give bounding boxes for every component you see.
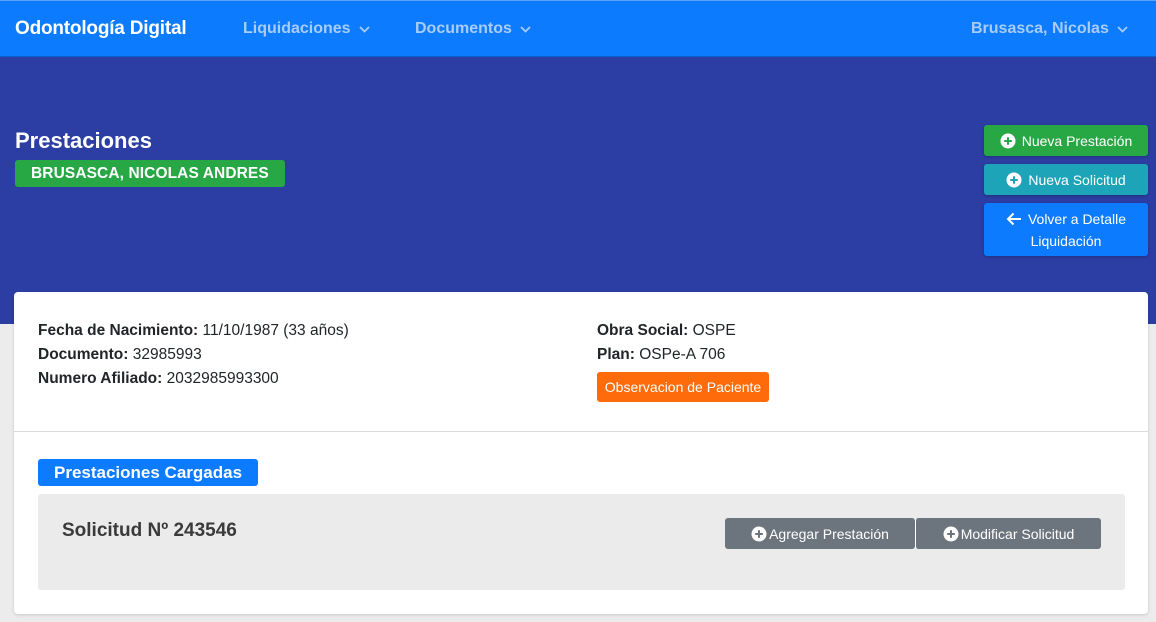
documento-row: Documento: 32985993 [38,346,202,364]
volver-label-line1: Volver a Detalle [1027,210,1127,227]
menu-liquidaciones[interactable]: Liquidaciones [243,20,370,38]
obra-social-row: Obra Social: OSPE [597,322,736,340]
user-menu-label: Brusasca, Nicolas [971,20,1109,37]
solicitud-panel: Solicitud Nº 243546 Agregar Prestación M… [38,494,1125,590]
menu-documentos-label: Documentos [415,20,512,37]
modificar-solicitud-label: Modificar Solicitud [960,525,1075,542]
observacion-paciente-button[interactable]: Observacion de Paciente [597,372,769,402]
obra-social-value: OSPE [692,322,736,339]
fecha-nacimiento-row: Fecha de Nacimiento: 11/10/1987 (33 años… [38,322,349,340]
modificar-solicitud-button[interactable]: Modificar Solicitud [915,518,1101,549]
documento-label: Documento: [38,346,129,363]
nueva-prestacion-button[interactable]: Nueva Prestación [984,125,1148,156]
agregar-prestacion-label: Agregar Prestación [769,525,889,542]
nueva-solicitud-label: Nueva Solicitud [1028,171,1126,188]
chevron-down-icon [520,25,531,33]
page-header [0,57,1156,324]
obra-social-label: Obra Social: [597,322,689,339]
nueva-solicitud-button[interactable]: Nueva Solicitud [984,164,1148,195]
afiliado-row: Numero Afiliado: 2032985993300 [38,370,279,388]
section-divider [14,431,1148,432]
user-menu[interactable]: Brusasca, Nicolas [971,20,1128,38]
menu-liquidaciones-label: Liquidaciones [243,20,351,37]
solicitud-title: Solicitud Nº 243546 [62,520,237,541]
plan-value: OSPe-A 706 [639,346,726,363]
arrow-left-icon [1006,212,1021,225]
agregar-prestacion-button[interactable]: Agregar Prestación [725,518,915,549]
page-title: Prestaciones [15,128,152,153]
patient-name-badge: BRUSASCA, NICOLAS ANDRES [15,160,285,187]
plus-circle-icon [1006,172,1022,187]
patient-card: Fecha de Nacimiento: 11/10/1987 (33 años… [14,292,1148,614]
volver-detalle-liquidacion-button[interactable]: Volver a Detalle Liquidación [984,203,1148,256]
plus-circle-icon [751,526,767,541]
plan-row: Plan: OSPe-A 706 [597,346,725,364]
nueva-prestacion-label: Nueva Prestación [1021,132,1133,149]
chevron-down-icon [1117,25,1128,33]
plus-circle-icon [1000,133,1016,148]
afiliado-value: 2032985993300 [166,370,279,387]
plan-label: Plan: [597,346,635,363]
fecha-nacimiento-label: Fecha de Nacimiento: [38,322,199,339]
menu-documentos[interactable]: Documentos [415,20,531,38]
top-navbar: Odontología Digital Liquidaciones Docume… [0,0,1156,57]
volver-label-line2: Liquidación [1030,232,1102,249]
brand-logo-text[interactable]: Odontología Digital [15,18,187,40]
documento-value: 32985993 [132,346,202,363]
prestaciones-cargadas-heading: Prestaciones Cargadas [38,459,259,486]
afiliado-label: Numero Afiliado: [38,370,163,387]
fecha-nacimiento-value: 11/10/1987 (33 años) [202,322,349,339]
plus-circle-icon [943,526,959,541]
chevron-down-icon [358,25,370,33]
